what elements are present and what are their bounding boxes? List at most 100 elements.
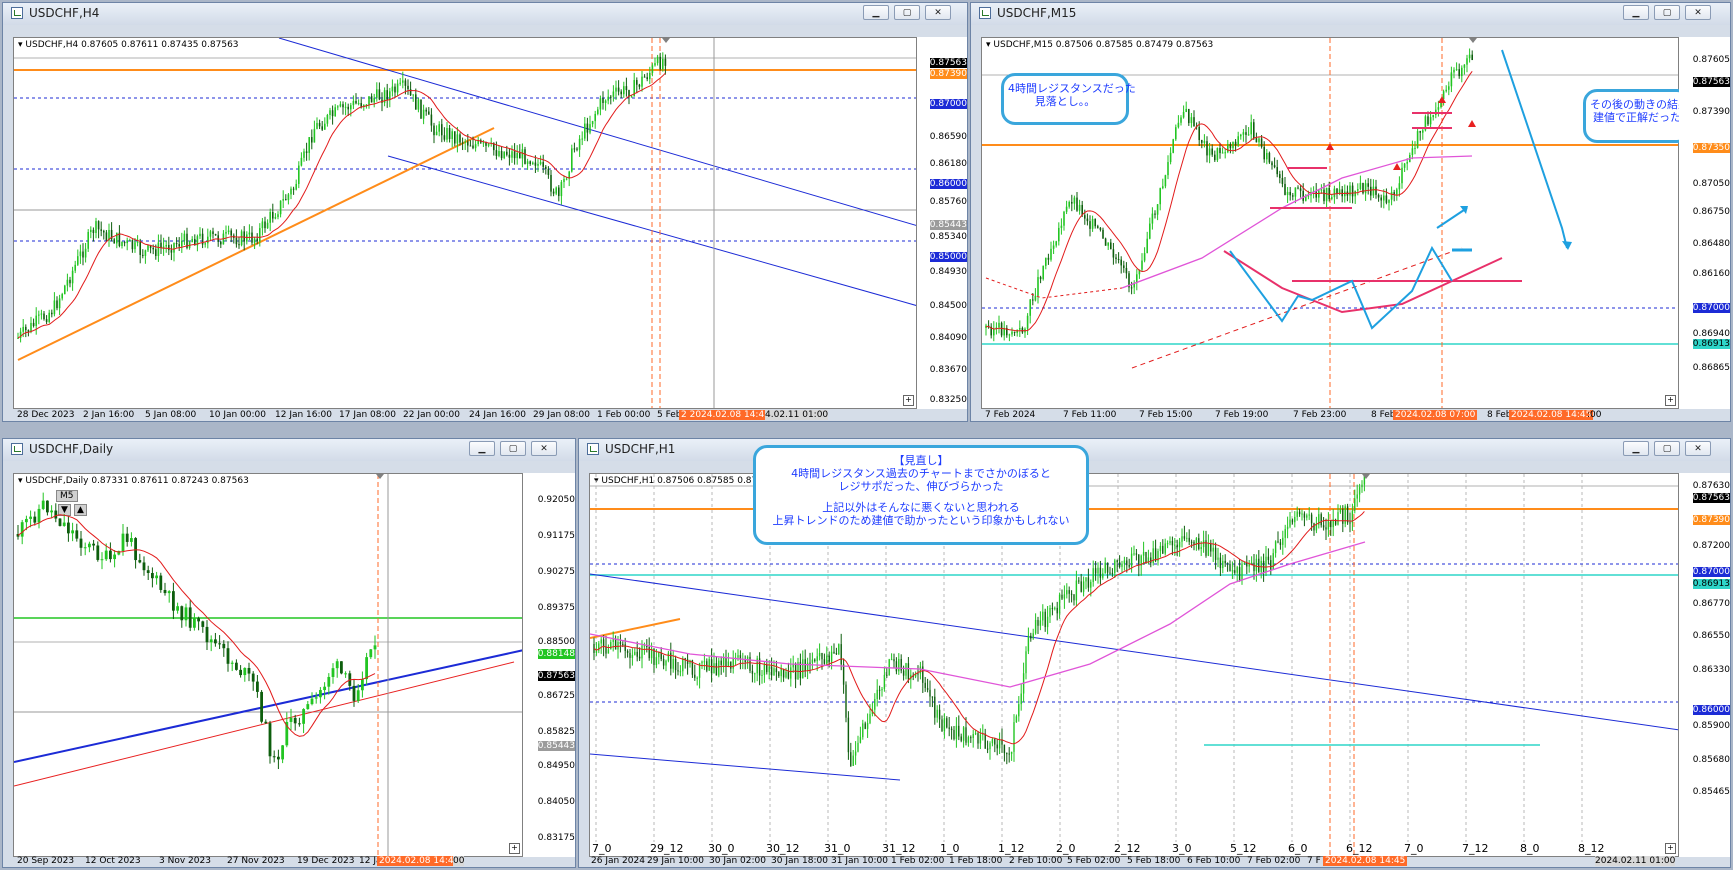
time-label: 12 Oct 2023 xyxy=(85,856,141,866)
bullish-candle xyxy=(1416,131,1419,148)
bearish-candle xyxy=(146,570,150,573)
bullish-candle xyxy=(1011,331,1013,335)
bullish-candle xyxy=(1045,257,1047,266)
bearish-candle xyxy=(1078,580,1080,582)
time-axis: 26 Jan 2024 29 Jan 10:00 30 Jan 02:00 30… xyxy=(589,855,1679,867)
bearish-candle xyxy=(139,241,141,255)
bullish-candle xyxy=(1050,248,1052,260)
bearish-candle xyxy=(646,77,648,80)
minimize-button[interactable]: ▁ xyxy=(863,5,889,20)
maximize-button[interactable]: ▢ xyxy=(894,5,920,20)
bullish-candle xyxy=(253,238,256,243)
title-bar[interactable]: USDCHF,Daily ▁ ▢ ✕ xyxy=(3,439,575,461)
bullish-candle xyxy=(792,664,794,668)
time-marker-icon xyxy=(376,474,384,479)
bullish-candle xyxy=(95,221,97,233)
bearish-candle xyxy=(1299,188,1302,191)
bearish-candle xyxy=(1104,238,1107,246)
bearish-candle xyxy=(51,312,53,315)
time-label: 29 Jan 10:00 xyxy=(647,856,704,866)
bullish-candle xyxy=(1414,147,1416,149)
close-button[interactable]: ✕ xyxy=(1685,441,1711,456)
minimize-button[interactable]: ▁ xyxy=(1623,5,1649,20)
chart-plot-area[interactable]: ▾ USDCHF,Daily 0.87331 0.87611 0.87243 0… xyxy=(13,473,523,857)
minimize-button[interactable]: ▁ xyxy=(469,441,495,456)
window-usdchf-h1[interactable]: USDCHF,H1 ▁ ▢ ✕ ▾ USDCHF,H1 0.87506 0.87… xyxy=(578,438,1731,868)
bullish-candle xyxy=(310,698,314,705)
title-bar[interactable]: USDCHF,H4 ▁ ▢ ✕ xyxy=(3,3,967,25)
autoscroll-icon[interactable]: + xyxy=(509,843,520,854)
bearish-candle xyxy=(415,94,417,110)
autoscroll-icon[interactable]: + xyxy=(1665,395,1676,406)
minimize-button[interactable]: ▁ xyxy=(1623,441,1649,456)
bullish-candle xyxy=(1073,197,1076,204)
bearish-candle xyxy=(235,237,238,245)
bullish-candle xyxy=(456,134,459,144)
bearish-candle xyxy=(1003,744,1006,754)
autoscroll-icon[interactable]: + xyxy=(1665,843,1676,854)
window-usdchf-h4[interactable]: USDCHF,H4 ▁ ▢ ✕ ▾ USDCHF,H4 0.87605 0.87… xyxy=(2,2,968,422)
bullish-candle xyxy=(511,151,513,158)
bullish-candle xyxy=(589,124,591,133)
bullish-candle xyxy=(1133,553,1135,555)
bearish-candle xyxy=(643,76,646,78)
bearish-candle xyxy=(1298,511,1301,515)
autoscroll-icon[interactable]: + xyxy=(903,395,914,406)
bullish-candle xyxy=(373,645,377,650)
bearish-candle xyxy=(1234,141,1237,146)
bearish-candle xyxy=(46,500,49,513)
bearish-candle xyxy=(58,518,62,526)
bearish-candle xyxy=(845,684,847,718)
time-cursor-label: 2024.02.08 14:45 xyxy=(1323,856,1408,866)
bullish-candle xyxy=(327,676,331,687)
time-label: 7 F xyxy=(1307,856,1321,866)
bullish-candle xyxy=(526,161,529,164)
bullish-candle xyxy=(665,660,667,666)
bullish-candle xyxy=(1200,547,1202,550)
bearish-candle xyxy=(614,639,617,650)
bullish-candle xyxy=(1242,132,1245,135)
bullish-candle xyxy=(300,157,303,166)
bullish-candle xyxy=(1190,117,1193,124)
bullish-candle xyxy=(708,659,710,671)
bullish-candle xyxy=(936,709,938,718)
maximize-button[interactable]: ▢ xyxy=(1654,441,1680,456)
bullish-candle xyxy=(1104,562,1106,574)
close-button[interactable]: ✕ xyxy=(925,5,951,20)
moving-average-line xyxy=(17,514,376,737)
title-bar[interactable]: USDCHF,M15 ▁ ▢ ✕ xyxy=(971,3,1730,25)
close-button[interactable]: ✕ xyxy=(1685,5,1711,20)
maximize-button[interactable]: ▢ xyxy=(1654,5,1680,20)
bearish-candle xyxy=(82,251,84,258)
bullish-candle xyxy=(1274,541,1277,554)
price-axis: 0.87563 0.87390 0.87000 0.86590 0.86180 … xyxy=(917,37,967,409)
bullish-candle xyxy=(1445,89,1447,92)
title-bar[interactable]: USDCHF,H1 ▁ ▢ ✕ xyxy=(579,439,1730,461)
bullish-candle xyxy=(599,98,602,110)
bearish-candle xyxy=(272,756,276,758)
window-usdchf-daily[interactable]: USDCHF,Daily ▁ ▢ ✕ ▾ USDCHF,Daily 0.8733… xyxy=(2,438,576,868)
bearish-candle xyxy=(1084,215,1086,219)
bullish-candle xyxy=(361,679,364,691)
price-label: 0.87605 xyxy=(1692,55,1730,65)
maximize-button[interactable]: ▢ xyxy=(500,441,526,456)
bearish-candle xyxy=(694,674,696,678)
chart-plot-area[interactable]: ▾ USDCHF,H4 0.87605 0.87611 0.87435 0.87… xyxy=(13,37,917,409)
price-label: 0.86725 xyxy=(537,691,575,701)
bearish-candle xyxy=(886,674,888,676)
bearish-candle xyxy=(1375,186,1377,195)
bearish-candle xyxy=(138,560,142,563)
bullish-candle xyxy=(1042,611,1044,621)
bearish-candle xyxy=(842,664,845,685)
moving-average-fast-line xyxy=(593,511,1365,745)
bearish-candle xyxy=(1094,568,1097,574)
bearish-candle xyxy=(1126,560,1128,566)
price-label: 0.86590 xyxy=(929,132,967,142)
bullish-candle xyxy=(1222,560,1224,569)
bearish-candle xyxy=(586,123,589,133)
window-usdchf-m15[interactable]: USDCHF,M15 ▁ ▢ ✕ ▾ USDCHF,M15 0.87506 0.… xyxy=(970,2,1731,422)
bullish-candle xyxy=(881,688,883,691)
window-title: USDCHF,Daily xyxy=(29,442,114,456)
bullish-candle xyxy=(591,121,594,125)
close-button[interactable]: ✕ xyxy=(531,441,557,456)
